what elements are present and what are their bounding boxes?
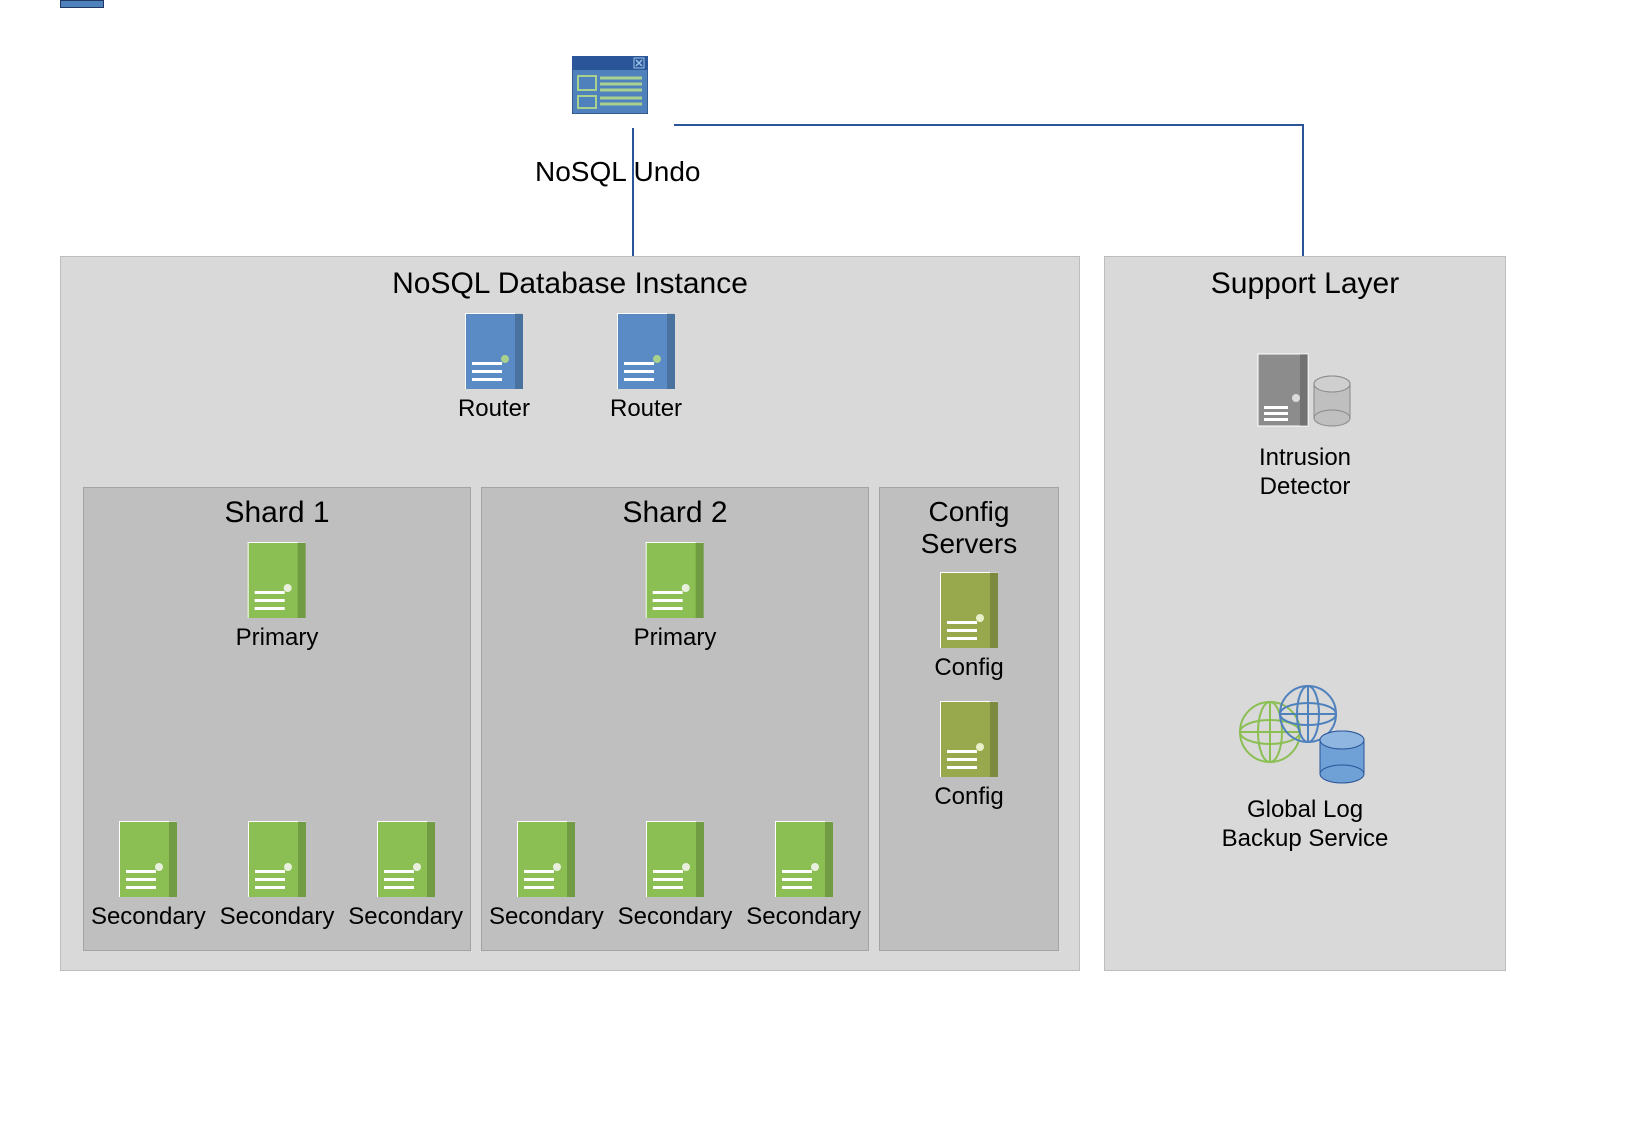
config-node: Config [934, 701, 1003, 812]
server-icon [940, 572, 998, 648]
secondary-node: Secondary [746, 821, 861, 932]
globallog-label: Global Log Backup Service [1150, 796, 1460, 854]
panel-title: Support Layer [1105, 267, 1505, 301]
primary-node: Primary [236, 542, 319, 653]
server-icon [248, 542, 306, 618]
shard-title: Shard 2 [482, 488, 868, 530]
router-label: Router [610, 395, 682, 424]
secondaries-row: Secondary Secondary Secondary [84, 821, 470, 932]
router-label: Router [458, 395, 530, 424]
server-icon [517, 821, 575, 897]
primary-label: Primary [236, 624, 319, 653]
nosql-undo-label: NoSQL Undo [535, 156, 701, 188]
secondary-label: Secondary [91, 903, 206, 932]
connector-client-to-db [632, 128, 634, 256]
routers-row: Router Router [61, 313, 1079, 424]
secondaries-row: Secondary Secondary Secondary [482, 821, 868, 932]
config-label: Config [934, 654, 1003, 683]
secondary-label: Secondary [220, 903, 335, 932]
connector-client-to-support-v [1302, 124, 1304, 256]
server-icon [465, 313, 523, 389]
global-log-icon [1150, 678, 1460, 788]
secondary-node: Secondary [489, 821, 604, 932]
panel-title: NoSQL Database Instance [61, 267, 1079, 301]
config-stack: Config Config [880, 572, 1058, 812]
secondary-node: Secondary [618, 821, 733, 932]
intrusion-detector-icon [1180, 350, 1430, 436]
secondary-label: Secondary [746, 903, 861, 932]
server-icon [646, 542, 704, 618]
server-icon [248, 821, 306, 897]
router-node: Router [610, 313, 682, 424]
global-log-backup: Global Log Backup Service [1150, 678, 1460, 854]
config-title-line1: Config [929, 496, 1010, 527]
secondary-node: Secondary [91, 821, 206, 932]
panel-config-servers: Config Servers Config Config [879, 487, 1059, 951]
server-icon [377, 821, 435, 897]
server-icon [617, 313, 675, 389]
primary-node: Primary [634, 542, 717, 653]
client-browser-icon [572, 56, 648, 114]
primary-label: Primary [634, 624, 717, 653]
intrusion-label: Intrusion Detector [1180, 444, 1430, 502]
shard-title: Shard 1 [84, 488, 470, 530]
config-title-line2: Servers [921, 528, 1017, 559]
panel-nosql-db-instance: NoSQL Database Instance Router Router Sh… [60, 256, 1080, 971]
secondary-node: Secondary [220, 821, 335, 932]
config-node: Config [934, 572, 1003, 683]
server-icon [940, 701, 998, 777]
switch-icon [60, 0, 104, 8]
server-icon [775, 821, 833, 897]
secondary-label: Secondary [348, 903, 463, 932]
secondary-node: Secondary [348, 821, 463, 932]
config-label: Config [934, 783, 1003, 812]
secondary-label: Secondary [489, 903, 604, 932]
server-icon [646, 821, 704, 897]
router-node: Router [458, 313, 530, 424]
intrusion-detector: Intrusion Detector [1180, 350, 1430, 502]
panel-shard-2: Shard 2 Primary Secondary Secondary Seco… [481, 487, 869, 951]
secondary-label: Secondary [618, 903, 733, 932]
config-servers-title: Config Servers [880, 488, 1058, 560]
panel-shard-1: Shard 1 Primary Secondary Secondary Seco… [83, 487, 471, 951]
server-icon [119, 821, 177, 897]
connector-client-to-support-h [674, 124, 1304, 126]
